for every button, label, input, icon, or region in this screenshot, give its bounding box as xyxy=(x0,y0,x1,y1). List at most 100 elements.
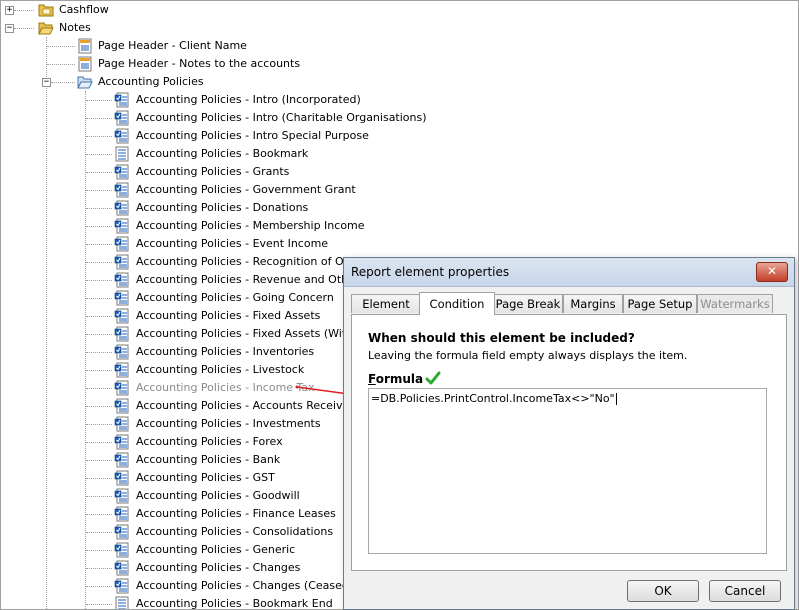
element-icon xyxy=(114,182,129,198)
tree-item-policy[interactable]: Accounting Policies - Inventories xyxy=(136,345,314,358)
element-icon xyxy=(114,110,129,126)
element-icon xyxy=(114,200,129,216)
ok-button[interactable]: OK xyxy=(627,580,699,602)
tree-item-notes[interactable]: Notes xyxy=(59,21,91,34)
tree-item-policy[interactable]: Accounting Policies - Revenue and Other … xyxy=(136,273,373,286)
tree-connector xyxy=(86,424,112,425)
tree-connector xyxy=(86,154,112,155)
tree-item-page-header-client-name[interactable]: Page Header - Client Name xyxy=(98,39,247,52)
cancel-button[interactable]: Cancel xyxy=(709,580,781,602)
close-icon: ✕ xyxy=(766,264,778,278)
element-icon xyxy=(114,416,129,432)
tree-item-policy[interactable]: Accounting Policies - Generic xyxy=(136,543,295,556)
element-icon xyxy=(114,362,129,378)
tree-connector xyxy=(86,406,112,407)
tab-element[interactable]: Element xyxy=(351,294,421,313)
tree-item-policy[interactable]: Accounting Policies - Membership Income xyxy=(136,219,365,232)
element-icon xyxy=(114,218,129,234)
tab-watermarks: Watermarks xyxy=(697,294,773,313)
condition-question: When should this element be included? xyxy=(368,331,635,345)
page-header-icon xyxy=(78,56,92,72)
tree-item-policy[interactable]: Accounting Policies - Fixed Assets (With… xyxy=(136,327,375,340)
element-icon xyxy=(114,434,129,450)
tree-connector xyxy=(86,352,112,353)
tree-item-page-header-notes[interactable]: Page Header - Notes to the accounts xyxy=(98,57,300,70)
element-icon xyxy=(114,272,129,288)
bookmark-icon xyxy=(115,146,129,162)
tree-item-policy[interactable]: Accounting Policies - Forex xyxy=(136,435,283,448)
tab-condition[interactable]: Condition xyxy=(419,292,495,315)
bookmark-icon xyxy=(115,596,129,609)
tree-item-cashflow[interactable]: Cashflow xyxy=(59,3,109,16)
formula-input[interactable]: =DB.Policies.PrintControl.IncomeTax<>"No… xyxy=(368,388,767,554)
tree-item-policy[interactable]: Accounting Policies - Consolidations xyxy=(136,525,333,538)
tree-item-policy[interactable]: Accounting Policies - Intro (Incorporate… xyxy=(136,93,361,106)
element-icon xyxy=(114,560,129,576)
element-icon xyxy=(114,308,129,324)
element-icon xyxy=(114,236,129,252)
accounting-policies-expander[interactable]: − xyxy=(42,78,51,87)
tree-item-policy[interactable]: Accounting Policies - Investments xyxy=(136,417,321,430)
tree-connector xyxy=(86,118,112,119)
tree-connector xyxy=(86,478,112,479)
formula-label: Formula xyxy=(368,372,424,386)
tree-item-policy[interactable]: Accounting Policies - Intro Special Purp… xyxy=(136,129,369,142)
folder-open-icon xyxy=(77,76,93,89)
tree-item-policy[interactable]: Accounting Policies - Going Concern xyxy=(136,291,334,304)
element-icon xyxy=(114,254,129,270)
tree-item-policy[interactable]: Accounting Policies - Finance Leases xyxy=(136,507,336,520)
dialog-titlebar[interactable]: Report element properties ✕ xyxy=(344,258,794,287)
element-icon xyxy=(114,398,129,414)
tree-connector xyxy=(86,226,112,227)
element-icon xyxy=(114,578,129,594)
tree-item-policy[interactable]: Accounting Policies - Recognition of Oth… xyxy=(136,255,377,268)
tab-page-setup[interactable]: Page Setup xyxy=(623,294,697,313)
tab-page-break[interactable]: Page Break xyxy=(493,294,563,313)
tree-connector xyxy=(86,208,112,209)
tree-item-policy[interactable]: Accounting Policies - Changes xyxy=(136,561,300,574)
tree-item-policy[interactable]: Accounting Policies - Event Income xyxy=(136,237,328,250)
element-icon xyxy=(114,290,129,306)
tree-item-policy[interactable]: Accounting Policies - Intro (Charitable … xyxy=(136,111,427,124)
folder-icon xyxy=(38,4,54,17)
condition-panel: When should this element be included? Le… xyxy=(351,314,787,571)
tree-item-policy[interactable]: Accounting Policies - GST xyxy=(136,471,275,484)
tree-connector xyxy=(86,568,112,569)
tree-item-policy[interactable]: Accounting Policies - Livestock xyxy=(136,363,304,376)
tree-item-policy[interactable]: Accounting Policies - Government Grant xyxy=(136,183,356,196)
notes-expander[interactable]: − xyxy=(5,24,14,33)
tree-connector xyxy=(86,280,112,281)
tree-item-policy[interactable]: Accounting Policies - Fixed Assets xyxy=(136,309,320,322)
tree-connector xyxy=(86,532,112,533)
element-icon xyxy=(114,542,129,558)
tree-item-policy[interactable]: Accounting Policies - Grants xyxy=(136,165,289,178)
element-icon xyxy=(114,92,129,108)
tree-item-policy[interactable]: Accounting Policies - Income Tax xyxy=(136,381,315,394)
tree-connector xyxy=(86,550,112,551)
tree-item-policy[interactable]: Accounting Policies - Bookmark End xyxy=(136,597,333,609)
element-icon xyxy=(114,380,129,396)
tree-item-policy[interactable]: Accounting Policies - Donations xyxy=(136,201,308,214)
tree-item-policy[interactable]: Accounting Policies - Changes (Ceased) xyxy=(136,579,353,592)
condition-hint: Leaving the formula field empty always d… xyxy=(368,349,688,362)
tree-item-policy[interactable]: Accounting Policies - Accounts Receivabl… xyxy=(136,399,366,412)
cashflow-expander[interactable]: + xyxy=(5,6,14,15)
tree-item-policy[interactable]: Accounting Policies - Bookmark xyxy=(136,147,308,160)
folder-open-icon xyxy=(38,22,54,35)
tree-connector xyxy=(86,298,112,299)
element-icon xyxy=(114,488,129,504)
element-icon xyxy=(114,452,129,468)
tree-item-policy[interactable]: Accounting Policies - Goodwill xyxy=(136,489,300,502)
tree-item-policy[interactable]: Accounting Policies - Bank xyxy=(136,453,280,466)
tab-margins[interactable]: Margins xyxy=(563,294,623,313)
tree-connector xyxy=(86,100,112,101)
tree-item-accounting-policies[interactable]: Accounting Policies xyxy=(98,75,204,88)
tree-connector xyxy=(86,370,112,371)
close-button[interactable]: ✕ xyxy=(756,262,788,282)
tree-connector xyxy=(86,586,112,587)
tree-connector xyxy=(86,604,112,605)
page-header-icon xyxy=(78,38,92,54)
tree-connector xyxy=(86,316,112,317)
element-icon xyxy=(114,470,129,486)
tree-connector xyxy=(86,334,112,335)
